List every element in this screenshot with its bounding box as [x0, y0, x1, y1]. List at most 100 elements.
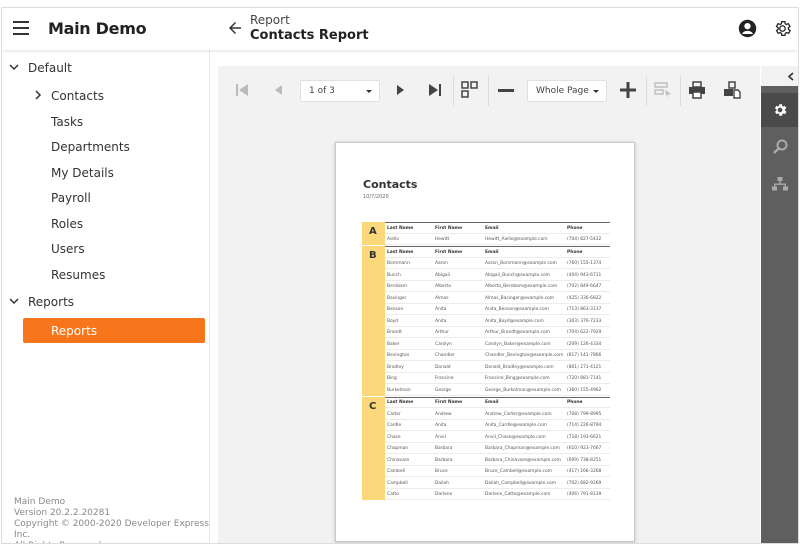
table-cell: (209) 126-4334	[567, 341, 602, 347]
report-title: Contacts	[363, 178, 418, 191]
document-map-icon	[772, 177, 788, 191]
sidebar-item-label: Departments	[51, 140, 130, 154]
table-cell: Arthur	[435, 330, 449, 335]
table-cell: (708) 799-8995	[567, 411, 602, 417]
report-date: 10/7/2020	[363, 194, 389, 200]
sidebar-item-label: Reports	[51, 324, 98, 338]
sidebar-item-label: Payroll	[51, 191, 91, 205]
highlight-editing-fields-button[interactable]	[651, 78, 675, 102]
table-cell: Alberta_Bernbam@example.com	[485, 284, 558, 289]
sidebar-item-users[interactable]: Users	[2, 238, 208, 260]
table-cell: Dailah_Campbell@example.com	[485, 480, 556, 486]
table-row: Bunch Abigail Abigail_Bunch@example.com (40…	[385, 269, 610, 281]
group-letter: A	[369, 226, 377, 237]
table-row: Benson Anita Anita_Benson@example.com (713)…	[385, 304, 610, 315]
page-selector[interactable]: 1 of 3	[300, 80, 380, 102]
table-cell: (404) 943-6711	[567, 272, 602, 278]
table-cell: (702) 682-9269	[567, 480, 602, 486]
sidebar-item-my-details[interactable]: My Details	[2, 162, 208, 184]
hamburger-icon[interactable]	[13, 21, 29, 35]
table-row: Basinger Almas Almas_Basinger@example.com (…	[385, 292, 610, 304]
table-cell: (609) 738-8251	[567, 457, 602, 463]
table-cell: Donald	[435, 364, 451, 370]
sidebar-item-departments[interactable]: Departments	[2, 136, 208, 158]
table-cell: Arthur_Brandt@example.com	[485, 330, 550, 335]
export-button[interactable]	[720, 78, 744, 102]
table-cell: Barbara	[435, 457, 453, 463]
table-cell: Aaron	[435, 261, 448, 266]
sidebar-item-label: Tasks	[51, 115, 84, 129]
zoom-out-button[interactable]	[494, 78, 518, 102]
sidebar-item-roles[interactable]: Roles	[2, 213, 208, 235]
table-cell: Bruce_Cambell@example.com	[485, 469, 552, 474]
sidebar-item-tasks[interactable]: Tasks	[2, 111, 208, 133]
toolbar-separator	[453, 76, 454, 106]
minus-icon	[498, 89, 514, 92]
last-page-button[interactable]	[423, 78, 447, 102]
sidebar-item-label: My Details	[51, 166, 114, 180]
first-page-button[interactable]	[230, 78, 254, 102]
sidebar-item-payroll[interactable]: Payroll	[2, 187, 208, 209]
table-cell: (360) 155-4962	[567, 387, 602, 393]
previous-page-icon	[275, 85, 282, 95]
table-cell: (718) 193-6621	[567, 434, 602, 440]
table-cell: Bernbam	[387, 284, 407, 289]
sidebar-navigation: Default Contacts Tasks Departments My De…	[2, 50, 210, 543]
table-cell: Carolyn_Baker@example.com	[485, 341, 551, 347]
group-letter-band: B	[362, 246, 385, 396]
export-icon	[724, 81, 741, 99]
column-header: First Name	[435, 249, 463, 255]
sidebar-item-contacts[interactable]: Contacts	[2, 85, 208, 107]
version-info: Main Demo Version 20.2.2.20281 Copyright…	[14, 497, 209, 543]
table-cell: Chandler	[435, 353, 455, 358]
user-circle-icon[interactable]	[738, 19, 757, 38]
table-row: Cambell Bruce Bruce_Cambell@example.com (41…	[385, 466, 610, 477]
print-button[interactable]	[685, 78, 709, 102]
table-cell: Almas	[435, 295, 449, 301]
sidebar-item-label: Roles	[51, 217, 84, 231]
sidebar-item-label: Resumes	[51, 268, 106, 282]
collapse-panel-button[interactable]	[761, 66, 798, 86]
first-page-icon	[236, 84, 248, 96]
zoom-selector-value: Whole Page	[536, 86, 589, 96]
zoom-in-button[interactable]	[616, 78, 640, 102]
table-cell: Catto	[387, 492, 399, 497]
table-cell: Anita_Boyd@example.com	[485, 318, 544, 324]
table-row: Boyd Anita Anita_Boyd@example.com (303) 376…	[385, 315, 610, 327]
gear-icon[interactable]	[773, 19, 792, 38]
report-page: Contacts 10/7/2020 A Last Name First Name E…	[335, 142, 635, 542]
next-page-button[interactable]	[389, 78, 413, 102]
report-group: A Last Name First Name Email Phone Aiello Hewi…	[362, 222, 610, 245]
chevron-left-icon	[787, 72, 794, 81]
table-cell: Almas_Basinger@example.com	[485, 295, 555, 301]
table-cell: (720) 881-7141	[567, 376, 602, 381]
table-cell: Dailah	[435, 480, 449, 486]
table-row: Bornmann Aaron Aaron_Bornmann@example.com (…	[385, 258, 610, 269]
column-header: Email	[485, 225, 499, 231]
search-tab[interactable]	[761, 130, 798, 164]
arrow-left-icon[interactable]	[226, 19, 244, 37]
app-title: Main Demo	[48, 19, 147, 38]
table-cell: Alberta	[435, 284, 451, 289]
sidebar-item-resumes[interactable]: Resumes	[2, 264, 208, 286]
toolbar-separator	[680, 76, 681, 106]
nav-group-reports[interactable]: Reports	[2, 292, 208, 314]
table-cell: (713) 863-3137	[567, 307, 602, 312]
table-row: Carter Andrew Andrew_Carter@example.com (70…	[385, 408, 610, 420]
properties-tab[interactable]	[761, 93, 798, 127]
table-cell: (610) 923-7667	[567, 446, 602, 451]
sidebar-item-reports[interactable]: Reports	[23, 318, 205, 343]
page-title: Contacts Report	[250, 28, 369, 43]
nav-group-default[interactable]: Default	[2, 58, 208, 80]
table-cell: (417) 166-3268	[567, 469, 602, 474]
table-header-row: Last Name First Name Email Phone	[385, 222, 610, 234]
table-row: Burkelman George George_Burkelman@example.…	[385, 384, 610, 396]
zoom-selector[interactable]: Whole Page	[527, 80, 607, 102]
multipage-toggle-button[interactable]	[458, 78, 482, 102]
document-map-tab[interactable]	[761, 167, 798, 201]
plus-icon	[620, 82, 636, 98]
table-cell: (760) 155-1374	[567, 261, 602, 266]
table-cell: Carolyn	[435, 341, 452, 347]
previous-page-button[interactable]	[266, 78, 290, 102]
table-cell: Anita	[435, 318, 447, 324]
